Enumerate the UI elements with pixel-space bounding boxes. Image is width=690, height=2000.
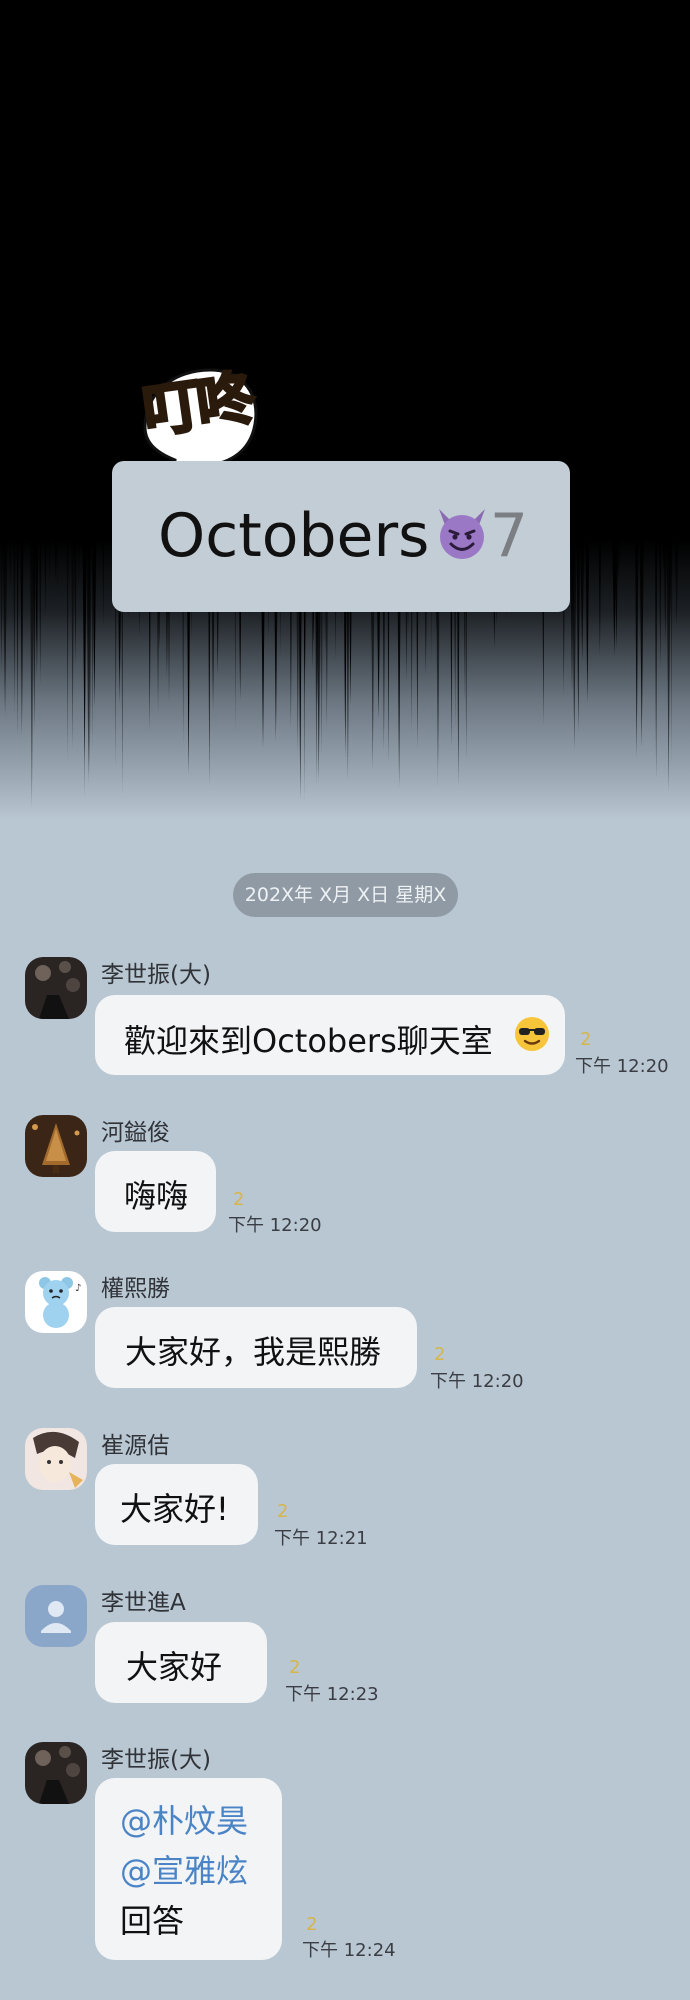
unread-count: 2 — [580, 1029, 592, 1050]
message-time: 下午 12:21 — [274, 1528, 368, 1549]
message-time: 下午 12:23 — [285, 1684, 379, 1705]
message-bubble[interactable]: 大家好，我是熙勝 — [95, 1307, 417, 1388]
message-time: 下午 12:20 — [430, 1371, 524, 1392]
sender-name: 李世振(大) — [101, 1747, 211, 1773]
unread-count: 2 — [434, 1344, 446, 1365]
message-bubble[interactable]: @朴炆昊 @宣雅炫 回答 — [95, 1778, 282, 1960]
sender-name: 河鎰俊 — [101, 1120, 170, 1146]
message-text: 回答 — [120, 1902, 185, 1940]
sunglasses-face-icon — [513, 1015, 551, 1061]
sender-name: 李世進A — [101, 1590, 186, 1616]
chat-name: Octobers — [158, 501, 493, 578]
default-person-avatar[interactable] — [25, 1585, 87, 1647]
unread-count: 2 — [233, 1189, 245, 1210]
message-time: 下午 12:24 — [302, 1940, 396, 1961]
unread-count: 2 — [277, 1501, 289, 1522]
unread-count: 2 — [289, 1657, 301, 1678]
sender-name: 李世振(大) — [101, 962, 211, 988]
dark-photo-avatar[interactable] — [25, 1742, 87, 1804]
mention-link[interactable]: @朴炆昊 — [120, 1796, 248, 1842]
message-text: 大家好，我是熙勝 — [125, 1333, 382, 1371]
message-bubble[interactable]: 大家好! — [95, 1464, 258, 1545]
sender-name: 崔源佶 — [101, 1433, 170, 1459]
message-bubble[interactable]: 嗨嗨 — [95, 1151, 216, 1232]
dark-header-background — [0, 0, 690, 820]
message-bubble[interactable]: 大家好 — [95, 1622, 267, 1703]
svg-text:♪: ♪ — [75, 1283, 81, 1294]
christmas-tree-avatar[interactable] — [25, 1115, 87, 1177]
sound-effect-text: 叮咚 — [137, 362, 256, 447]
drawn-face-avatar[interactable] — [25, 1428, 87, 1490]
message-text: 大家好! — [120, 1490, 229, 1528]
smiling-devil-icon — [431, 501, 493, 578]
sender-name: 權熙勝 — [101, 1276, 170, 1302]
blue-bear-avatar[interactable]: ♪ — [25, 1271, 87, 1333]
member-count: 7 — [489, 501, 528, 571]
message-text: 歡迎來到Octobers聊天室 — [124, 1022, 493, 1060]
mention-link[interactable]: @宣雅炫 — [120, 1846, 248, 1892]
message-bubble[interactable]: 歡迎來到Octobers聊天室 — [95, 995, 565, 1075]
message-text: 大家好 — [126, 1648, 223, 1686]
unread-count: 2 — [306, 1914, 318, 1935]
dark-photo-avatar[interactable] — [25, 957, 87, 1019]
message-time: 下午 12:20 — [575, 1056, 669, 1077]
message-time: 下午 12:20 — [228, 1215, 322, 1236]
date-divider: 202X年 X月 X日 星期X — [233, 873, 458, 917]
message-text: 嗨嗨 — [124, 1177, 189, 1215]
chat-title-card[interactable]: Octobers 7 — [112, 461, 570, 612]
